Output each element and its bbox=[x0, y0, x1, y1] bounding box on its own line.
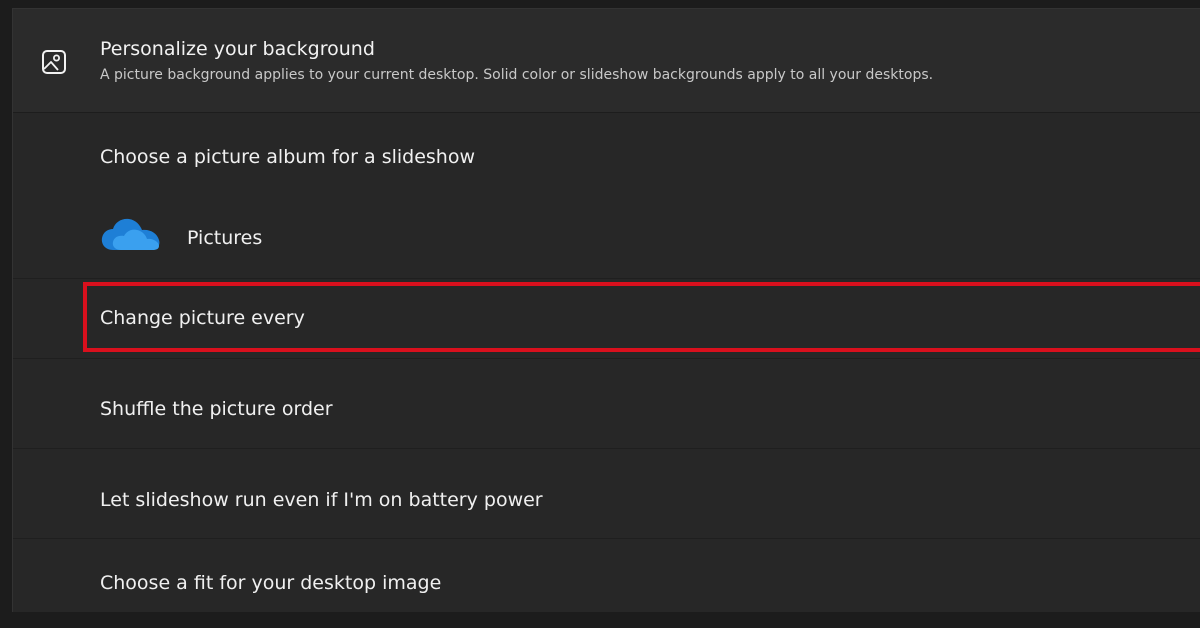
change-picture-label: Change picture every bbox=[100, 307, 305, 329]
album-row-label: Choose a picture album for a slideshow bbox=[100, 146, 475, 168]
image-icon bbox=[42, 50, 66, 74]
shuffle-order-label: Shuffle the picture order bbox=[100, 398, 333, 420]
battery-power-label: Let slideshow run even if I'm on battery… bbox=[100, 489, 543, 511]
desktop-fit-label: Choose a fit for your desktop image bbox=[100, 572, 442, 594]
change-picture-row[interactable]: Change picture every bbox=[13, 279, 1200, 359]
header-title: Personalize your background bbox=[100, 38, 375, 60]
desktop-fit-row[interactable]: Choose a fit for your desktop image bbox=[13, 539, 1200, 613]
personalize-background-header[interactable]: Personalize your background A picture ba… bbox=[13, 9, 1200, 113]
battery-power-row[interactable]: Let slideshow run even if I'm on battery… bbox=[13, 449, 1200, 539]
header-subtitle: A picture background applies to your cur… bbox=[100, 67, 934, 83]
album-folder-pictures[interactable]: Pictures bbox=[187, 227, 262, 249]
onedrive-cloud-icon bbox=[101, 218, 160, 250]
shuffle-order-row[interactable]: Shuffle the picture order bbox=[13, 359, 1200, 449]
settings-page: Personalize your background A picture ba… bbox=[0, 0, 1200, 628]
background-settings-panel: Personalize your background A picture ba… bbox=[12, 8, 1200, 612]
slideshow-album-row: Choose a picture album for a slideshow P… bbox=[13, 114, 1200, 279]
